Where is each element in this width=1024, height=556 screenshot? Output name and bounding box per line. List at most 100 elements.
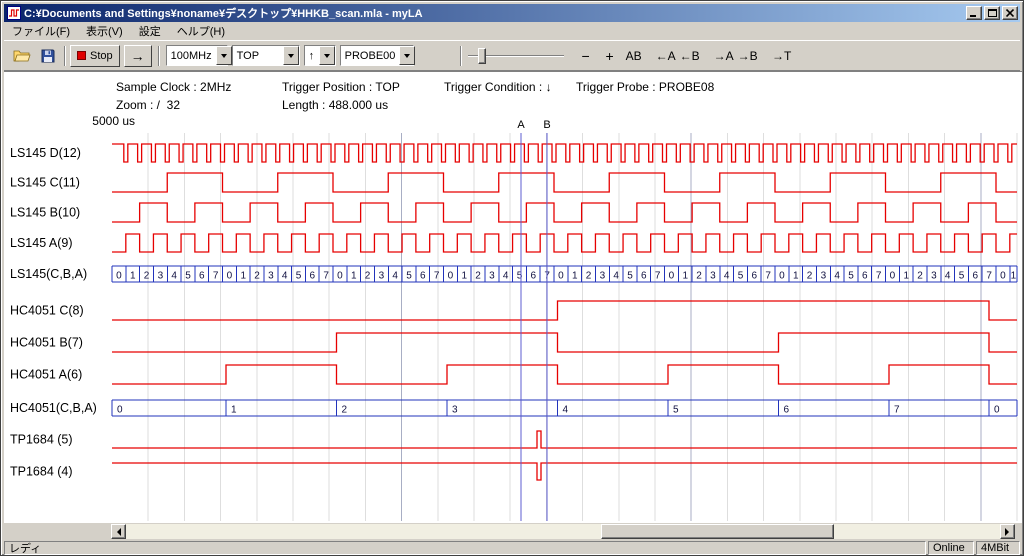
slider-thumb[interactable] — [478, 48, 486, 64]
bus-value: 3 — [452, 405, 458, 416]
trigger-position-value: TOP — [233, 46, 283, 65]
zoom-slider[interactable] — [466, 45, 566, 67]
app-window: C:¥Documents and Settings¥noname¥デスクトップ¥… — [0, 0, 1024, 556]
bus-value: 0 — [558, 271, 564, 282]
stop-square-icon — [77, 51, 86, 60]
bus-value: 7 — [876, 271, 882, 282]
scrollbar-thumb[interactable] — [601, 524, 834, 539]
channel-label: TP1684 (4) — [10, 465, 73, 479]
marker-label-b: B — [543, 119, 550, 131]
goto-a-right-button[interactable]: →A — [712, 45, 736, 67]
waveform-display[interactable]: 5000 usLS145 D(12)LS145 C(11)LS145 B(10)… — [4, 111, 1022, 523]
bus-value: 5 — [406, 271, 412, 282]
channel-label: HC4051 A(6) — [10, 368, 82, 382]
bus-value: 0 — [779, 271, 785, 282]
channel-label: LS145 C(11) — [10, 176, 80, 190]
channel-label: LS145 B(10) — [10, 206, 80, 220]
bus-value: 6 — [784, 405, 790, 416]
run-button[interactable]: → — [124, 45, 152, 67]
bus-value: 2 — [365, 271, 371, 282]
trigger-edge-select[interactable]: ↑ — [304, 45, 336, 66]
bus-value: 2 — [807, 271, 813, 282]
marker-label-a: A — [517, 119, 525, 131]
bus-value: 6 — [420, 271, 426, 282]
ab-button[interactable]: AB — [622, 45, 646, 67]
toolbar-separator — [64, 46, 66, 66]
goto-a-left-button[interactable]: ←A — [654, 45, 678, 67]
trigger-edge-value: ↑ — [305, 46, 319, 65]
chevron-down-icon[interactable] — [216, 46, 232, 65]
bus-value: 3 — [158, 271, 164, 282]
bus-value: 6 — [973, 271, 979, 282]
bus-value: 0 — [1000, 271, 1006, 282]
bus-value: 4 — [613, 271, 619, 282]
open-button[interactable] — [10, 45, 34, 67]
minimize-icon — [970, 10, 978, 17]
bus-value: 4 — [503, 271, 509, 282]
bus-value: 2 — [696, 271, 702, 282]
bus-value: 4 — [392, 271, 398, 282]
bus-value: 0 — [994, 405, 1000, 416]
probe-select[interactable]: PROBE00 — [340, 45, 414, 66]
waveform-trace — [112, 463, 1017, 480]
waveform-trace — [112, 365, 1017, 384]
bus-value: 7 — [986, 271, 992, 282]
chevron-down-icon[interactable] — [319, 46, 335, 65]
bus-value: 0 — [117, 405, 123, 416]
bus-value: 4 — [834, 271, 840, 282]
window-title: C:¥Documents and Settings¥noname¥デスクトップ¥… — [24, 5, 964, 21]
bus-value: 1 — [1011, 271, 1017, 282]
clock-select-value: 100MHz — [167, 46, 216, 65]
bus-value: 4 — [724, 271, 730, 282]
zoom-in-button[interactable]: + — [598, 45, 622, 67]
stop-label: Stop — [90, 50, 113, 62]
trigger-position-select[interactable]: TOP — [232, 45, 300, 66]
waveform-trace — [112, 234, 1017, 252]
bus-value: 5 — [296, 271, 302, 282]
length-info: Length : 488.000 us — [282, 98, 388, 112]
maximize-icon — [988, 9, 997, 17]
bus-value: 7 — [655, 271, 661, 282]
bus-value: 7 — [765, 271, 771, 282]
minimize-button[interactable] — [966, 6, 982, 20]
goto-trigger-button[interactable]: →T — [770, 45, 794, 67]
chevron-down-icon[interactable] — [399, 46, 415, 65]
bus-value: 3 — [710, 271, 716, 282]
clock-select[interactable]: 100MHz — [166, 45, 228, 66]
chevron-down-icon[interactable] — [283, 46, 299, 65]
zoom-out-button[interactable]: − — [574, 45, 598, 67]
bus-value: 0 — [116, 271, 122, 282]
status-online: Online — [928, 541, 974, 555]
trigger-position-info: Trigger Position : TOP — [282, 80, 400, 94]
status-memory: 4MBit — [976, 541, 1020, 555]
goto-b-right-button[interactable]: →B — [736, 45, 760, 67]
bus-value: 3 — [489, 271, 495, 282]
goto-b-left-button[interactable]: ←B — [678, 45, 702, 67]
close-button[interactable] — [1002, 6, 1018, 20]
waveform-panel: Sample Clock : 2MHz Trigger Position : T… — [4, 71, 1022, 523]
horizontal-scrollbar[interactable] — [111, 524, 1015, 539]
scroll-left-button[interactable] — [111, 524, 126, 539]
bus-value: 3 — [821, 271, 827, 282]
menu-file[interactable]: ファイル(F) — [4, 21, 78, 41]
menu-help[interactable]: ヘルプ(H) — [169, 21, 233, 41]
time-scale-label: 5000 us — [92, 114, 135, 128]
bus-value: 7 — [894, 405, 900, 416]
bus-value: 2 — [144, 271, 150, 282]
bus-value: 0 — [227, 271, 233, 282]
bus-value: 5 — [517, 271, 523, 282]
bus-value: 5 — [185, 271, 191, 282]
scroll-right-button[interactable] — [1000, 524, 1015, 539]
menu-view[interactable]: 表示(V) — [78, 21, 131, 41]
stop-button[interactable]: Stop — [70, 45, 120, 67]
waveform-trace — [112, 301, 1017, 320]
bus-value: 7 — [323, 271, 329, 282]
bus-value: 2 — [475, 271, 481, 282]
waveform-trace — [112, 173, 1017, 192]
save-button[interactable] — [36, 45, 60, 67]
channel-label: LS145 A(9) — [10, 236, 73, 250]
bus-value: 6 — [531, 271, 537, 282]
menu-settings[interactable]: 設定 — [131, 21, 169, 41]
channel-label: LS145(C,B,A) — [10, 267, 87, 281]
maximize-button[interactable] — [984, 6, 1000, 20]
